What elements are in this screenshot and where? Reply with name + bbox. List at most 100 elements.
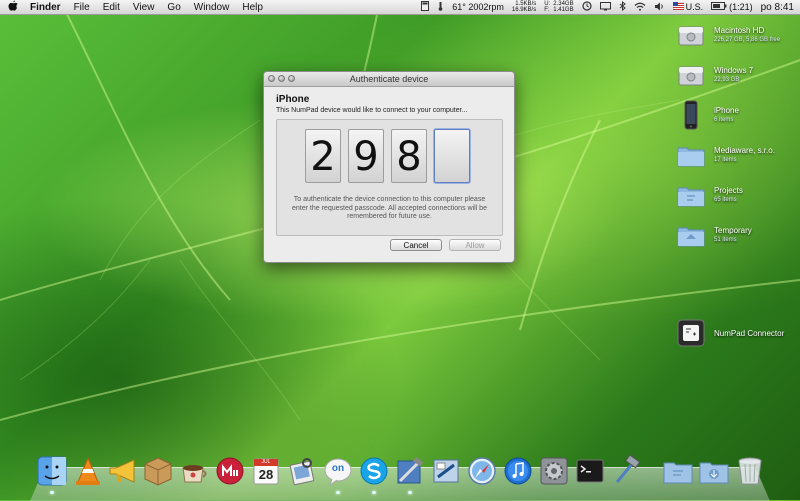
mail-icon[interactable]: [430, 455, 462, 487]
megaphone-icon[interactable]: [106, 455, 138, 487]
desktop-item-info: 22,93 GB: [714, 77, 740, 83]
passcode-panel: 2 9 8 To authenticate the device connect…: [276, 119, 503, 236]
desktop-item-info: 6 items: [714, 117, 734, 123]
menu-help[interactable]: Help: [242, 2, 263, 13]
desktop-item-temporary[interactable]: Temporary 51 items: [676, 220, 800, 252]
desktop-item-label: Projects: [714, 186, 743, 195]
authenticate-device-dialog: Authenticate device iPhone This NumPad d…: [263, 71, 515, 263]
hard-drive-icon: [678, 66, 704, 86]
numpad-app-icon: [677, 319, 705, 347]
desktop-item-windows-7[interactable]: Windows 7 22,93 GB: [676, 60, 800, 92]
menubar-status-area: 61° 2002rpm 1.5KB/s 16.9KB/s U: F: 2.34G…: [413, 0, 794, 14]
temperature-readout[interactable]: 61° 2002rpm: [452, 2, 504, 12]
desktop-item-mediaware[interactable]: Mediaware, s.r.o. 17 items: [676, 140, 800, 172]
desktop-item-label: iPhone: [714, 106, 739, 115]
network-readout[interactable]: 1.5KB/s 16.9KB/s: [512, 1, 536, 13]
package-icon[interactable]: [142, 455, 174, 487]
on-icon[interactable]: on: [322, 455, 354, 487]
apple-menu-icon[interactable]: [8, 0, 22, 14]
xcode-running-indicator: [408, 491, 412, 494]
calendar-icon[interactable]: JUL 28: [250, 455, 282, 487]
wifi-icon[interactable]: [634, 2, 646, 13]
desktop-item-numpad-connector[interactable]: NumPad Connector: [676, 318, 800, 350]
passcode-digit-3[interactable]: 8: [391, 129, 427, 183]
close-window-button[interactable]: [268, 75, 275, 82]
skype-running-indicator: [372, 491, 376, 494]
desktop-item-label: Mediaware, s.r.o.: [714, 146, 775, 155]
minimize-window-button[interactable]: [278, 75, 285, 82]
folder-icon: [677, 187, 705, 207]
downloads-folder-icon[interactable]: [698, 455, 730, 487]
safari-icon[interactable]: [466, 455, 498, 487]
desktop-item-macintosh-hd[interactable]: Macintosh HD 226,27 GB, 5,86 GB free: [676, 20, 800, 52]
desktop-item-projects[interactable]: Projects 65 items: [676, 180, 800, 212]
miro-icon[interactable]: [214, 455, 246, 487]
passcode-digit-4[interactable]: [434, 129, 470, 183]
network-down: 16.9KB/s: [511, 7, 537, 13]
preview-icon[interactable]: [286, 455, 318, 487]
terminal-icon[interactable]: [574, 455, 606, 487]
desktop-item-label: NumPad Connector: [714, 329, 785, 338]
cancel-button[interactable]: Cancel: [390, 239, 442, 251]
window-controls: [268, 75, 298, 82]
calendar-month: JUL: [261, 459, 271, 465]
display-icon[interactable]: [599, 1, 611, 13]
input-source-label[interactable]: U.S.: [686, 2, 704, 12]
passcode-digits: 2 9 8: [305, 129, 477, 183]
memory-free: 1.41GB: [553, 7, 574, 13]
passcode-instructions: To authenticate the device connection to…: [292, 196, 487, 220]
vlc-icon[interactable]: [72, 455, 104, 487]
desktop-item-label: Windows 7: [714, 66, 754, 75]
menu-go[interactable]: Go: [167, 2, 180, 13]
folder-icon: [677, 147, 705, 167]
allow-button[interactable]: Allow: [449, 239, 501, 251]
zoom-window-button[interactable]: [288, 75, 295, 82]
finder-running-indicator: [50, 491, 54, 494]
menu-file[interactable]: File: [74, 2, 90, 13]
battery-time[interactable]: (1:21): [729, 2, 753, 12]
us-flag-icon[interactable]: [672, 1, 684, 12]
itunes-icon[interactable]: [502, 455, 534, 487]
passcode-digit-1[interactable]: 2: [305, 129, 341, 183]
coffee-icon[interactable]: [178, 455, 210, 487]
desktop-item-label: Temporary: [714, 226, 752, 235]
calculator-icon[interactable]: [421, 1, 430, 13]
hard-drive-icon: [678, 26, 704, 46]
dialog-title: Authenticate device: [349, 74, 429, 84]
menu-edit[interactable]: Edit: [103, 2, 120, 13]
device-name: iPhone: [276, 94, 310, 105]
dialog-titlebar[interactable]: Authenticate device: [264, 72, 514, 87]
passcode-digit-2[interactable]: 9: [348, 129, 384, 183]
iphone-icon: [684, 100, 698, 130]
desktop-item-info: 65 items: [714, 197, 737, 203]
skype-icon[interactable]: [358, 455, 390, 487]
desktop-item-label: Macintosh HD: [714, 26, 765, 35]
finder-icon[interactable]: [36, 455, 68, 487]
on-running-indicator: [336, 491, 340, 494]
memory-f-label: F:: [544, 7, 550, 13]
system-preferences-icon[interactable]: [538, 455, 570, 487]
desktop-item-info: 51 items: [714, 237, 737, 243]
time-machine-icon[interactable]: [581, 1, 592, 13]
volume-icon[interactable]: [654, 2, 665, 13]
xcode-icon[interactable]: [394, 455, 426, 487]
xcode-hammer-icon[interactable]: [610, 455, 642, 487]
desktop-item-info: 17 items: [714, 157, 737, 163]
bluetooth-icon[interactable]: [619, 0, 626, 13]
menubar-clock[interactable]: po 8:41: [761, 2, 794, 13]
menu-view[interactable]: View: [133, 2, 155, 13]
temperature-icon[interactable]: [437, 1, 444, 13]
desktop-item-info: 226,27 GB, 5,86 GB free: [714, 37, 781, 43]
menu-bar: Finder File Edit View Go Window Help 61°…: [0, 0, 800, 15]
calendar-day: 28: [258, 467, 274, 482]
applications-folder-icon[interactable]: [662, 455, 694, 487]
battery-icon[interactable]: [711, 2, 727, 12]
menu-finder[interactable]: Finder: [30, 2, 61, 13]
desktop-item-iphone[interactable]: iPhone 6 items: [676, 100, 800, 132]
memory-readout[interactable]: 2.34GB 1.41GB: [553, 1, 573, 13]
device-request-text: This NumPad device would like to connect…: [276, 107, 468, 114]
trash-icon[interactable]: [734, 455, 766, 487]
menu-window[interactable]: Window: [194, 2, 230, 13]
memory-labels: U: F:: [544, 1, 550, 13]
folder-icon: [677, 227, 705, 247]
